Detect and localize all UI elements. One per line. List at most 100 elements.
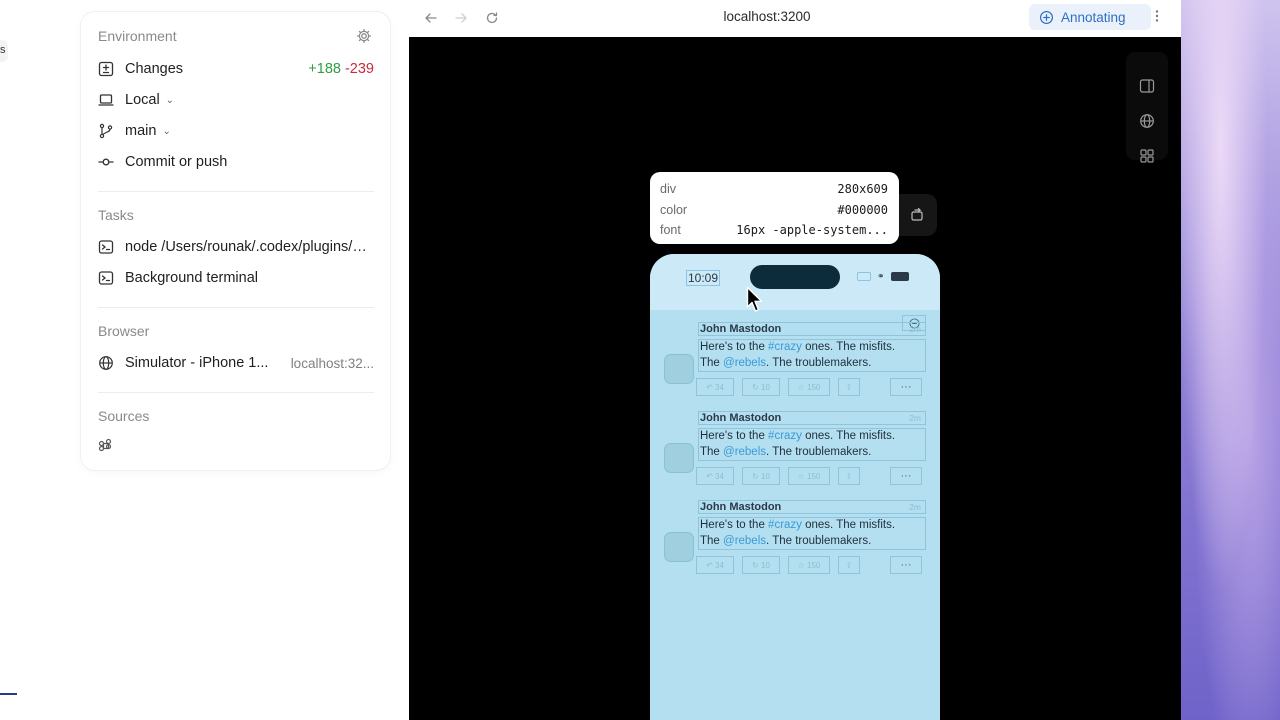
tasks-title: Tasks [98, 207, 134, 223]
browser-title: Browser [98, 323, 150, 339]
favourite-button[interactable]: ☆ 150 [788, 467, 830, 485]
post-text: The [700, 445, 724, 458]
rotate-icon [911, 207, 923, 221]
phone-status-bar: 10:09 ⚭ [650, 254, 940, 310]
post-author[interactable]: John Mastodon [700, 323, 781, 335]
tooltip-value: #000000 [837, 202, 888, 217]
avatar[interactable] [664, 532, 694, 562]
post-text: Here's to the [700, 519, 769, 531]
command-icon[interactable] [98, 438, 114, 454]
hashtag-link[interactable]: #crazy [768, 430, 802, 442]
post-body: Here's to the #crazy ones. The misfits. T… [698, 517, 926, 550]
chevron-down-icon: ⌄ [162, 125, 171, 137]
post-actions: ↶ 34 ↻ 10 ☆ 150 ⇧ ··· [694, 378, 926, 398]
post[interactable]: John Mastodon 2m Here's to the #crazy ones… [664, 411, 926, 491]
reply-button[interactable]: ↶ 34 [696, 378, 734, 396]
avatar[interactable] [664, 443, 694, 473]
environment-card: Environment Changes +188 -239 Local ⌄ mai… [81, 12, 390, 470]
browser-item-url: localhost:32... [290, 355, 374, 371]
more-button[interactable]: ··· [890, 378, 922, 396]
arrow-left-icon [425, 13, 437, 23]
branch-dropdown[interactable]: main ⌄ [98, 118, 374, 144]
post-author[interactable]: John Mastodon [700, 412, 781, 424]
commit-row[interactable]: Commit or push [98, 149, 374, 175]
post-time: 2m [909, 324, 921, 334]
grid-icon[interactable] [1139, 148, 1155, 164]
annotate-label: Annotating [1061, 9, 1126, 25]
mouse-cursor-icon [746, 286, 763, 312]
share-button[interactable]: ⇧ [838, 556, 860, 574]
tooltip-row: font 16px -apple-system... [660, 220, 888, 241]
divider [98, 307, 374, 308]
post-actions: ↶ 34 ↻ 10 ☆ 150 ⇧ ··· [694, 467, 926, 487]
share-button[interactable]: ⇧ [838, 467, 860, 485]
post-header: John Mastodon 2m [698, 411, 926, 425]
globe-icon[interactable] [1139, 113, 1155, 129]
browser-item[interactable]: Simulator - iPhone 1... localhost:32... [98, 350, 374, 376]
globe-icon [98, 355, 114, 371]
favourite-count: 150 [807, 382, 821, 392]
stage-toolbar [1126, 52, 1168, 163]
back-button[interactable] [421, 8, 441, 28]
share-button[interactable]: ⇧ [838, 378, 860, 396]
panel-indicator [0, 693, 17, 695]
hashtag-link[interactable]: #crazy [768, 519, 802, 531]
reply-count: 34 [715, 471, 724, 481]
mention-link[interactable]: @rebels [723, 357, 766, 369]
boost-button[interactable]: ↻ 10 [742, 467, 780, 485]
kebab-icon[interactable] [1151, 6, 1163, 26]
post[interactable]: John Mastodon 2m Here's to the #crazy ones… [664, 322, 926, 402]
favourite-button[interactable]: ☆ 150 [788, 556, 830, 574]
more-button[interactable]: ··· [890, 467, 922, 485]
tooltip-row: div 280x609 [660, 179, 888, 200]
url-bar[interactable]: localhost:3200 [669, 9, 865, 24]
reply-button[interactable]: ↶ 34 [696, 556, 734, 574]
plus-circle-icon [1039, 10, 1054, 24]
annotate-button[interactable]: Annotating [1029, 4, 1151, 30]
more-button[interactable]: ··· [890, 556, 922, 574]
diff-icon [98, 61, 114, 77]
boost-count: 10 [761, 471, 770, 481]
phone-simulator[interactable]: 10:09 ⚭ John Mastodon 2m Here's to the #cr… [650, 254, 940, 720]
post-time: 2m [909, 413, 921, 423]
git-branch-icon [98, 123, 114, 139]
post-time: 2m [909, 502, 921, 512]
post-text: . The troublemakers. [766, 356, 872, 369]
reload-button[interactable] [482, 8, 502, 28]
post-text: Here's to the [700, 430, 769, 442]
post-text: . The troublemakers. [766, 445, 872, 458]
timeline: John Mastodon 2m Here's to the #crazy ones… [650, 310, 940, 720]
reply-button[interactable]: ↶ 34 [696, 467, 734, 485]
wifi-icon: ⚭ [877, 271, 885, 281]
post-text: The [700, 534, 724, 547]
mention-link[interactable]: @rebels [723, 446, 766, 458]
sidebar-panel-icon[interactable] [1139, 78, 1155, 94]
tooltip-key: div [660, 182, 676, 197]
location-dropdown[interactable]: Local ⌄ [98, 87, 374, 113]
reply-count: 34 [715, 382, 724, 392]
changes-row[interactable]: Changes +188 -239 [98, 56, 374, 82]
mention-link[interactable]: @rebels [723, 535, 766, 547]
forward-button[interactable] [451, 8, 471, 28]
gear-icon[interactable] [356, 28, 372, 44]
tooltip-value: 280x609 [837, 182, 888, 197]
browser-item-label: Simulator - iPhone 1... [125, 355, 269, 371]
avatar[interactable] [664, 354, 694, 384]
task-item[interactable]: node /Users/rounak/.codex/plugins/ca... [98, 234, 374, 260]
favourite-button[interactable]: ☆ 150 [788, 378, 830, 396]
post-actions: ↶ 34 ↻ 10 ☆ 150 ⇧ ··· [694, 556, 926, 576]
post-author[interactable]: John Mastodon [700, 501, 781, 513]
post[interactable]: John Mastodon 2m Here's to the #crazy ones… [664, 500, 926, 580]
task-item[interactable]: Background terminal [98, 265, 374, 291]
sources-title: Sources [98, 408, 150, 424]
post-header: John Mastodon 2m [698, 322, 926, 336]
hashtag-link[interactable]: #crazy [768, 341, 802, 353]
rotate-button[interactable] [897, 194, 937, 236]
boost-button[interactable]: ↻ 10 [742, 378, 780, 396]
reply-count: 34 [715, 560, 724, 570]
post-text: Here's to the [700, 341, 769, 353]
phone-time: 10:09 [686, 270, 721, 286]
terminal-icon [98, 239, 114, 255]
favourite-count: 150 [807, 560, 821, 570]
boost-button[interactable]: ↻ 10 [742, 556, 780, 574]
